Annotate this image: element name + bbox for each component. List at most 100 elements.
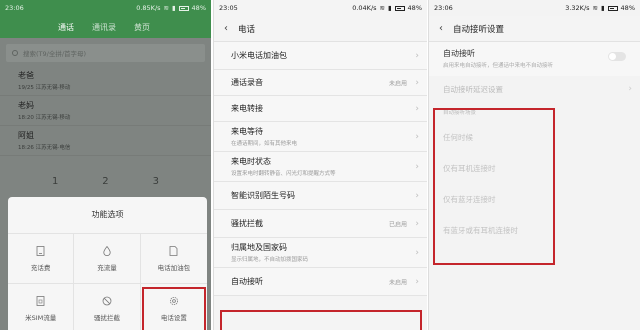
- block-icon: [102, 296, 112, 306]
- tab-contacts[interactable]: 通讯录: [92, 22, 116, 33]
- chevron-right-icon: ›: [415, 218, 419, 229]
- battery-level: 48%: [407, 4, 422, 12]
- highlight-box: [220, 310, 422, 330]
- settings-item-spam-blocking[interactable]: 骚扰拦截 已启用 ›: [214, 210, 427, 238]
- page-title: 自动接听设置: [453, 24, 505, 35]
- settings-item-call-recording[interactable]: 通话录音 未启用 ›: [214, 70, 427, 96]
- battery-icon: [178, 5, 189, 11]
- option-label: 充流量: [97, 263, 117, 272]
- search-input[interactable]: 搜索(T9/全拼/首字母): [6, 44, 205, 62]
- contact-detail: 18:20 江苏无锡·移动: [18, 115, 71, 121]
- dialer-tabs: 通话 通讯录 黄页: [0, 16, 211, 38]
- chevron-right-icon: ›: [415, 247, 419, 258]
- wifi-icon: ≋: [379, 4, 385, 12]
- item-label: 骚扰拦截: [231, 219, 263, 228]
- chevron-right-icon: ›: [415, 50, 419, 61]
- wifi-icon: ≋: [592, 4, 598, 12]
- item-value: 未启用: [388, 279, 407, 286]
- call-fuel-pack-button[interactable]: 电话加油包: [140, 233, 207, 283]
- item-label: 自动接听: [443, 49, 475, 58]
- status-time: 23:06: [5, 4, 24, 12]
- signal-icon: ▮: [387, 4, 392, 12]
- back-arrow-icon[interactable]: ‹: [224, 23, 228, 34]
- item-value: 未启用: [388, 80, 407, 87]
- sheet-title: 功能选项: [91, 210, 124, 219]
- chevron-right-icon: ›: [415, 103, 419, 114]
- phone-card-icon: [36, 245, 46, 256]
- item-label: 来电时状态: [231, 157, 271, 166]
- item-label: 自动接听延迟设置: [443, 84, 503, 94]
- status-time: 23:06: [434, 4, 453, 12]
- recharge-credit-button[interactable]: 充话费: [8, 233, 75, 283]
- chevron-right-icon: ›: [415, 161, 419, 172]
- settings-item-location-country-code[interactable]: 归属地及国家码 显示归属地，不自动加拨国家码 ›: [214, 238, 427, 268]
- chevron-right-icon: ›: [628, 84, 632, 94]
- battery-icon: [607, 5, 618, 11]
- network-speed: 0.85K/s: [136, 4, 161, 12]
- auto-answer-toggle[interactable]: [608, 52, 626, 61]
- auto-answer-delay-row[interactable]: 自动接听延迟设置 ›: [429, 76, 640, 102]
- tab-calls[interactable]: 通话: [58, 22, 74, 33]
- signal-icon: ▮: [600, 4, 605, 12]
- chevron-right-icon: ›: [415, 131, 419, 142]
- item-value: 已启用: [388, 221, 407, 228]
- sim-card-icon: [169, 245, 179, 256]
- option-label: 电话加油包: [157, 263, 191, 272]
- phone-screen-auto-answer: 23:06 3.32K/s ≋ ▮ 48% ‹ 自动接听设置 自动接听 启用来电…: [428, 0, 640, 330]
- settings-item-incoming-call-state[interactable]: 来电时状态 设置来电时翻转静音、闪光灯和提醒方式等 ›: [214, 152, 427, 182]
- highlight-box: [433, 108, 555, 265]
- option-label: 充话费: [30, 263, 51, 272]
- settings-item-smart-identify[interactable]: 智能识别陌生号码 ›: [214, 182, 427, 210]
- contact-name: 老爸: [18, 71, 34, 80]
- item-label: 归属地及国家码: [231, 243, 287, 252]
- network-speed: 0.04K/s: [352, 4, 377, 12]
- tab-yellow-pages[interactable]: 黄页: [134, 22, 150, 33]
- contact-detail: 19/25 江苏无锡·移动: [18, 85, 71, 91]
- item-label: 小米电话加油包: [231, 51, 287, 60]
- settings-item-call-forwarding[interactable]: 来电转接 ›: [214, 96, 427, 122]
- search-icon: [12, 50, 18, 56]
- status-time: 23:05: [219, 4, 238, 12]
- item-label: 智能识别陌生号码: [231, 191, 295, 200]
- phone-screen-call-settings: 23:05 0.04K/s ≋ ▮ 48% ‹ 电话 小米电话加油包 › 通话录…: [213, 0, 427, 330]
- spam-blocking-button[interactable]: 骚扰拦截: [74, 283, 141, 330]
- chevron-right-icon: ›: [415, 77, 419, 88]
- status-bar: 23:05 0.04K/s ≋ ▮ 48%: [214, 0, 427, 16]
- battery-level: 48%: [620, 4, 635, 12]
- wifi-icon: ≋: [163, 4, 169, 12]
- item-label: 自动接听: [231, 277, 263, 286]
- status-bar: 23:06 0.85K/s ≋ ▮ 48%: [0, 0, 211, 16]
- search-placeholder: 搜索(T9/全拼/首字母): [23, 50, 87, 58]
- network-speed: 3.32K/s: [565, 4, 590, 12]
- battery-icon: [394, 5, 405, 11]
- item-subtitle: 设置来电时翻转静音、闪光灯和提醒方式等: [231, 171, 336, 177]
- recharge-data-button[interactable]: 充流量: [74, 233, 141, 283]
- droplet-icon: [102, 245, 112, 256]
- settings-item-auto-answer[interactable]: 自动接听 未启用 ›: [214, 268, 427, 296]
- contact-name: 阿姐: [18, 131, 34, 140]
- contact-detail: 18:26 江苏无锡·电信: [18, 145, 71, 151]
- sim-icon: [36, 295, 46, 306]
- contact-name: 老妈: [18, 101, 34, 110]
- list-item[interactable]: 老妈 18:20 江苏无锡·移动: [0, 96, 211, 126]
- highlight-box: [142, 287, 206, 330]
- status-bar: 23:06 3.32K/s ≋ ▮ 48%: [429, 0, 640, 16]
- option-label: 骚扰拦截: [93, 313, 120, 322]
- settings-item-call-waiting[interactable]: 来电等待 在通话期间，如有其他来电 ›: [214, 122, 427, 152]
- item-label: 来电转接: [231, 104, 263, 113]
- list-item[interactable]: 阿姐 18:26 江苏无锡·电信: [0, 126, 211, 156]
- page-header: ‹ 电话: [214, 16, 427, 42]
- item-subtitle: 启用来电自动接听，但通话中来电不自动接听: [443, 63, 554, 69]
- chevron-right-icon: ›: [415, 276, 419, 287]
- battery-level: 48%: [191, 4, 206, 12]
- phone-screen-dialer: 23:06 0.85K/s ≋ ▮ 48% 通话 通讯录 黄页 搜索(T9/全拼…: [0, 0, 211, 330]
- page-header: ‹ 自动接听设置: [429, 16, 640, 42]
- chevron-right-icon: ›: [415, 190, 419, 201]
- list-item[interactable]: 老爸 19/25 江苏无锡·移动: [0, 66, 211, 96]
- settings-item-fuel-pack[interactable]: 小米电话加油包 ›: [214, 42, 427, 70]
- item-label: 通话录音: [231, 78, 263, 87]
- option-label: 米SIM流量: [25, 313, 57, 322]
- mi-sim-data-button[interactable]: 米SIM流量: [8, 283, 75, 330]
- page-title: 电话: [238, 24, 256, 35]
- back-arrow-icon[interactable]: ‹: [439, 23, 443, 34]
